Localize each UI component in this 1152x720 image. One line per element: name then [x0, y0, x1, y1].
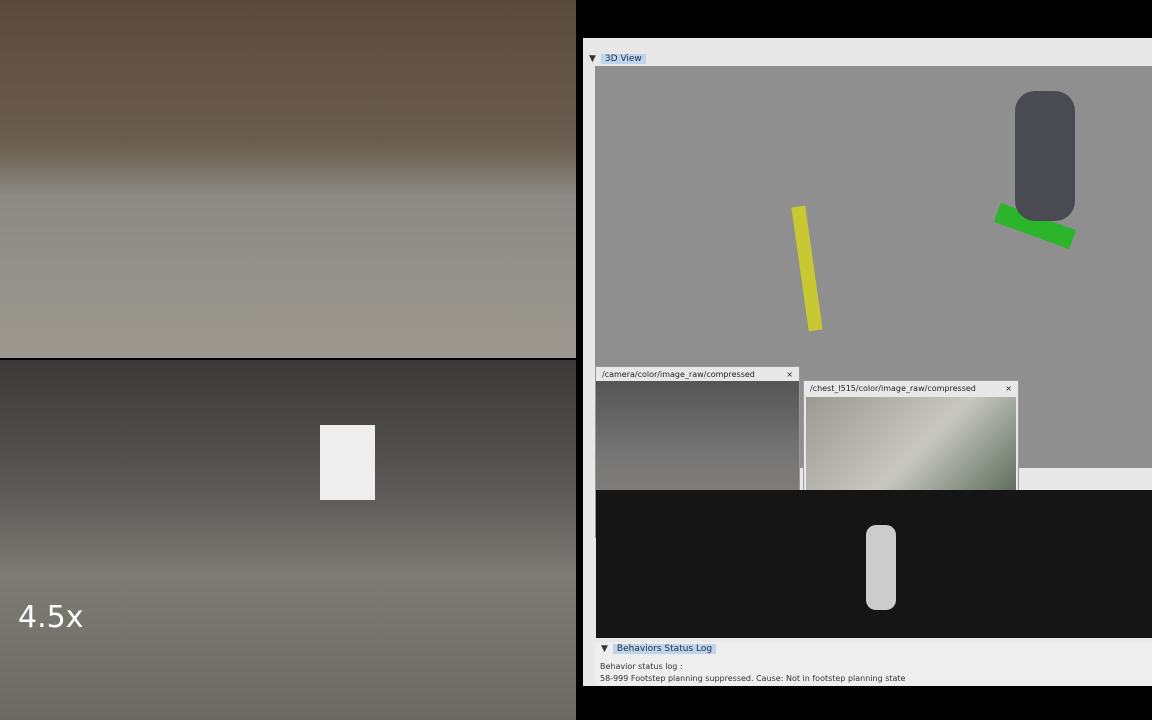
camera-panel-title: /camera/color/image_raw/compressed	[602, 369, 755, 379]
log-header: ▼ Behaviors Status Log	[595, 642, 1152, 656]
log-title: Behaviors Status Log	[612, 644, 717, 654]
depth-person	[866, 525, 896, 610]
close-icon[interactable]: ×	[786, 370, 793, 379]
bottom-camera-video	[0, 360, 576, 720]
collapse-icon[interactable]: ▼	[601, 644, 608, 654]
collapse-icon[interactable]: ▼	[589, 54, 596, 64]
point-cloud-yellow	[791, 205, 823, 332]
behaviors-status-log-panel: ▼ Behaviors Status Log Behavior status l…	[595, 642, 1152, 686]
robot-model	[1015, 91, 1075, 221]
log-line: 58-999 Footstep planning suppressed. Cau…	[600, 674, 906, 683]
view3d-title: 3D View	[600, 54, 646, 64]
depth-image	[596, 490, 1152, 638]
robot-torso	[320, 425, 375, 500]
top-camera-video	[0, 0, 576, 358]
close-icon[interactable]: ×	[1005, 384, 1012, 393]
log-line: Behavior status log :	[600, 662, 683, 671]
chest-panel-title: /chest_l515/color/image_raw/compressed	[810, 383, 976, 393]
view3d-header: ▼ 3D View	[583, 52, 1152, 66]
playback-speed-label: 4.5x	[18, 600, 84, 635]
